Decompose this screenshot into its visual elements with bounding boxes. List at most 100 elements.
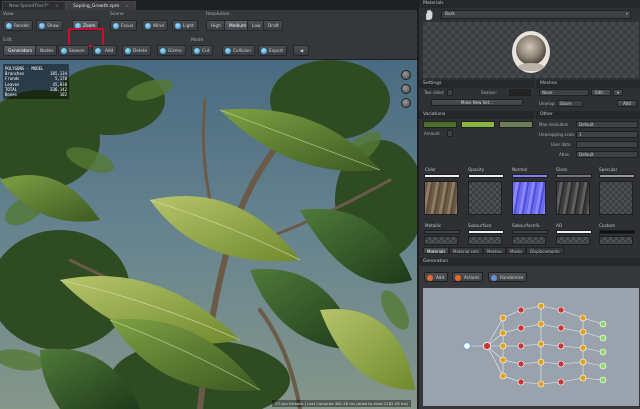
metallic-map-thumb[interactable] [424,236,458,245]
unwrap-select[interactable]: Share [557,100,583,107]
variation-swatch-2[interactable] [461,121,495,128]
channel-label-metallic: Metallic [425,223,442,228]
make-new-set-button[interactable]: Make New Set... [431,99,523,106]
material-preview[interactable] [423,22,639,78]
variation-swatch-1[interactable] [423,121,457,128]
render-icon [6,23,12,29]
pan-icon[interactable] [401,84,411,94]
gloss-tint-bar[interactable] [556,174,592,178]
max-resolution-select[interactable]: Default [576,121,638,128]
tab-meshes[interactable]: Meshes [483,247,507,254]
amount-checkbox[interactable] [447,130,453,137]
custom-tint-bar[interactable] [599,230,635,234]
mesh-select-value: None [542,90,553,95]
mesh-more-button[interactable]: ▾ [613,89,623,96]
resolution-group-label: Resolution [206,12,230,17]
subsurface-pct-map-thumb[interactable] [512,236,546,245]
unwrap-label: Unwrap: [539,101,556,106]
button-label: Collision [233,49,251,54]
wind-button[interactable]: Wind [142,20,168,31]
generator-graph[interactable] [423,288,639,406]
settings-title: Settings [419,80,534,88]
document-tab-bar: New SpeedTree7* × Sapling_Growth.spm × [0,0,417,10]
add-button[interactable]: Add [92,45,118,56]
delete-button[interactable]: Delete [122,45,152,56]
ao-map-thumb[interactable] [556,236,590,245]
gizmo-button[interactable]: Gizmo [157,45,186,56]
button-label: Gizmo [168,49,182,54]
opacity-tint-bar[interactable] [468,174,504,178]
specular-tint-bar[interactable] [599,174,635,178]
hand-icon[interactable] [423,9,435,21]
subsurface-tint-bar[interactable] [468,230,504,234]
tab-sapling-growth[interactable]: Sapling_Growth.spm × [66,1,137,10]
tab-masks[interactable]: Masks [506,247,527,254]
button-label: Show [47,24,59,29]
export-icon [261,48,267,54]
variation-swatch-3[interactable] [499,121,533,128]
nodes-button[interactable]: Nodes [35,45,58,56]
3d-viewport[interactable]: POLYGONS - MODEL Branches 185,134 Fronds 5… [0,60,417,409]
gloss-map-thumb[interactable] [556,181,590,215]
amount-label: Amount [424,131,440,136]
color-tint-bar[interactable] [424,174,460,178]
mesh-edit-button[interactable]: Edit... [591,89,611,96]
channel-label-gloss: Gloss [556,167,568,172]
opacity-map-thumb[interactable] [468,181,502,215]
atlas-label: Atlas [559,152,569,157]
season-button[interactable]: Season [58,45,89,56]
gizmo-icon [160,48,166,54]
close-icon[interactable]: × [125,4,129,9]
button-label: Add [436,275,445,280]
orbit-icon[interactable] [401,70,411,80]
focus-button[interactable]: Focus [110,20,138,31]
button-label: Focus [121,24,134,29]
specular-map-thumb[interactable] [599,181,633,215]
back-arrow-icon[interactable]: ◀ [293,45,309,56]
channel-label-specular: Specular [599,167,618,172]
two-sided-checkbox[interactable] [447,89,453,96]
dolly-icon[interactable] [401,98,411,108]
button-label: Season [69,49,85,54]
generation-randomize-button[interactable]: Randomize [488,272,528,282]
channel-label-normal: Normal [512,167,528,172]
close-icon[interactable]: × [55,4,59,9]
resolution-high-button[interactable]: High [206,20,225,31]
unwrapping-scale-field[interactable]: 1 [576,131,638,138]
unwrapping-scale-value: 1 [579,132,582,137]
export-button[interactable]: Export [258,45,288,56]
generation-actions-button[interactable]: Actions [452,272,484,282]
render-button[interactable]: Render [3,20,34,31]
tab-new-speedtree[interactable]: New SpeedTree7* × [2,1,66,10]
atlas-select[interactable]: Default [576,151,638,158]
button-label: Medium [229,24,247,29]
user-data-field[interactable] [576,141,638,148]
tab-displacements[interactable]: Displacements [526,247,564,254]
generation-panel: Generation Add Actions Randomize [419,258,640,409]
resolution-low-button[interactable]: Low [247,20,265,31]
collision-button[interactable]: Collision [222,45,255,56]
subsurface-map-thumb[interactable] [468,236,502,245]
resolution-draft-button[interactable]: Draft [263,20,283,31]
metallic-tint-bar[interactable] [424,230,460,234]
tab-materials[interactable]: Materials [423,247,450,254]
material-select[interactable]: Bark ▾ [441,10,631,19]
subsurface-pct-tint-bar[interactable] [512,230,548,234]
mesh-select[interactable]: None [539,89,589,96]
tab-material-sets[interactable]: Material sets [449,247,483,254]
light-button[interactable]: Light [172,20,198,31]
season-field[interactable] [509,89,531,96]
channel-label-custom: Custom [599,223,616,228]
show-button[interactable]: Show [36,20,63,31]
custom-map-thumb[interactable] [599,236,633,245]
generation-add-button[interactable]: Add [424,272,449,282]
color-map-thumb[interactable] [424,181,458,215]
normal-map-thumb[interactable] [512,181,546,215]
ao-tint-bar[interactable] [556,230,592,234]
mesh-add-button[interactable]: Add [617,100,637,107]
generators-button[interactable]: Generators [3,45,37,56]
main-window: New SpeedTree7* × Sapling_Growth.spm × Vie… [0,0,417,409]
cut-button[interactable]: Cut [191,45,214,56]
normal-tint-bar[interactable] [512,174,548,178]
stats-key: Bones [5,92,18,98]
